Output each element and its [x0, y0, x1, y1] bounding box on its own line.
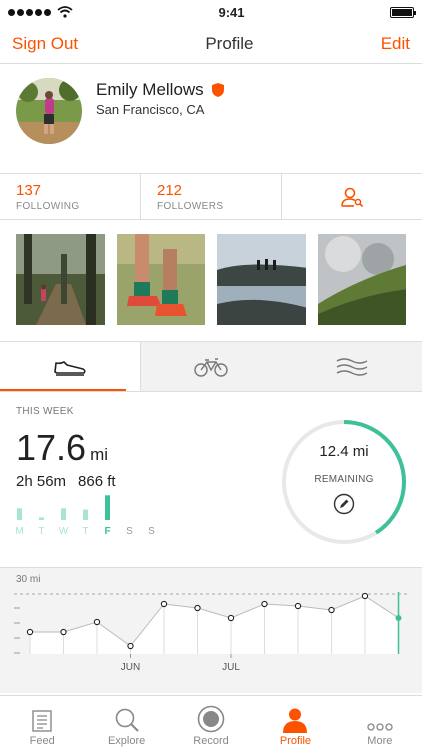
status-time: 9:41 [218, 4, 245, 20]
edit-goal-icon[interactable] [333, 493, 355, 515]
following-count: 137 [16, 182, 42, 199]
battery-icon [390, 6, 416, 18]
photo-strip [0, 220, 422, 342]
tab-swim[interactable] [282, 342, 422, 391]
photo-thumbnail[interactable] [16, 234, 105, 325]
swim-waves-icon [336, 357, 368, 376]
goal-ring[interactable]: 12.4 mi REMAINING [280, 418, 408, 546]
chart-point [261, 600, 268, 608]
profile-info: Emily Mellows San Francisco, CA [96, 80, 226, 117]
tab-run[interactable] [0, 342, 142, 391]
followers-label: FOLLOWERS [157, 201, 224, 212]
sport-tabs [0, 342, 422, 392]
x-tick-label: JUN [121, 662, 140, 673]
chart-point [194, 604, 201, 612]
tab-label: Explore [107, 735, 146, 747]
weekly-summary: THIS WEEK 17.6 mi 2h 56m 866 ft MTWTFSS … [0, 392, 422, 562]
chart-point [93, 618, 101, 626]
day-bar [17, 508, 22, 520]
search-icon [115, 708, 139, 732]
edit-button[interactable]: Edit [381, 34, 410, 54]
athlete-location: San Francisco, CA [96, 102, 205, 117]
remaining-label: REMAINING [314, 474, 374, 485]
this-week-label: THIS WEEK [16, 406, 74, 417]
profile-header: Emily Mellows San Francisco, CA [0, 64, 422, 174]
day-bar [105, 495, 110, 520]
tab-ride[interactable] [141, 342, 281, 391]
page-title: Profile [205, 33, 254, 53]
signal-indicator [8, 6, 73, 18]
followers-count: 212 [157, 182, 183, 199]
photo-thumbnail[interactable] [217, 234, 306, 325]
tab-label: Profile [279, 735, 312, 747]
following-stat[interactable]: 137 FOLLOWING [0, 174, 141, 219]
chart-point [227, 614, 235, 622]
wifi-icon [57, 6, 73, 18]
tab-feed[interactable]: Feed [0, 696, 84, 750]
athlete-name: Emily Mellows [96, 80, 204, 99]
avatar[interactable] [16, 78, 82, 144]
shoe-icon [54, 360, 86, 376]
tab-profile[interactable]: Profile [253, 696, 337, 750]
weekly-elevation: 866 ft [78, 473, 116, 490]
day-label: T [82, 526, 88, 536]
tab-more[interactable]: More [338, 696, 422, 750]
follow-stats: 137 FOLLOWING 212 FOLLOWERS [0, 174, 422, 220]
chart-point [328, 606, 335, 614]
sign-out-button[interactable]: Sign Out [12, 34, 78, 54]
day-label: S [148, 526, 155, 536]
more-icon [367, 723, 393, 731]
add-friend-icon [341, 187, 364, 207]
chart-point [60, 628, 67, 636]
signal-dots-icon [8, 8, 51, 16]
day-label: M [16, 526, 24, 536]
tab-bar: Feed Explore Record Profile More [0, 695, 422, 750]
tab-label: Feed [29, 735, 55, 747]
chart-point [127, 642, 134, 650]
bike-icon [194, 357, 229, 377]
day-bar [61, 508, 66, 520]
tab-label: Record [193, 735, 229, 747]
day-label: S [126, 526, 133, 536]
remaining-value: 12.4 mi [319, 443, 369, 460]
navbar: Sign Out Profile Edit [0, 24, 422, 64]
history-chart: 30 mi JUN JUL [0, 567, 422, 693]
chart-point [361, 592, 369, 600]
followers-stat[interactable]: 212 FOLLOWERS [141, 174, 282, 219]
day-label: W [59, 526, 69, 536]
distance-unit: mi [90, 445, 109, 464]
tab-label: More [367, 735, 393, 747]
tab-record[interactable]: Record [169, 696, 253, 750]
chart-point [395, 615, 402, 621]
weekly-time: 2h 56m [16, 473, 67, 490]
chart-point [160, 600, 168, 608]
day-bar [83, 509, 88, 520]
chart-point [26, 628, 34, 636]
chart-point [294, 602, 302, 610]
feed-icon [32, 710, 52, 732]
tab-explore[interactable]: Explore [84, 696, 168, 750]
day-label: T [38, 526, 44, 536]
record-icon [197, 705, 225, 733]
photo-thumbnail[interactable] [317, 234, 406, 325]
profile-icon [283, 708, 308, 733]
following-label: FOLLOWING [16, 201, 80, 212]
status-bar: 9:41 [0, 0, 422, 24]
chart-max-label: 30 mi [16, 574, 40, 585]
day-label: F [104, 526, 110, 536]
photo-thumbnail[interactable] [116, 234, 205, 325]
daily-activity-bars: MTWTFSS [16, 495, 155, 536]
weekly-distance: 17.6 [16, 427, 87, 468]
x-tick-label: JUL [222, 662, 240, 673]
shield-badge-icon [211, 83, 224, 97]
day-bar [39, 517, 44, 520]
find-friends-button[interactable] [282, 174, 422, 219]
